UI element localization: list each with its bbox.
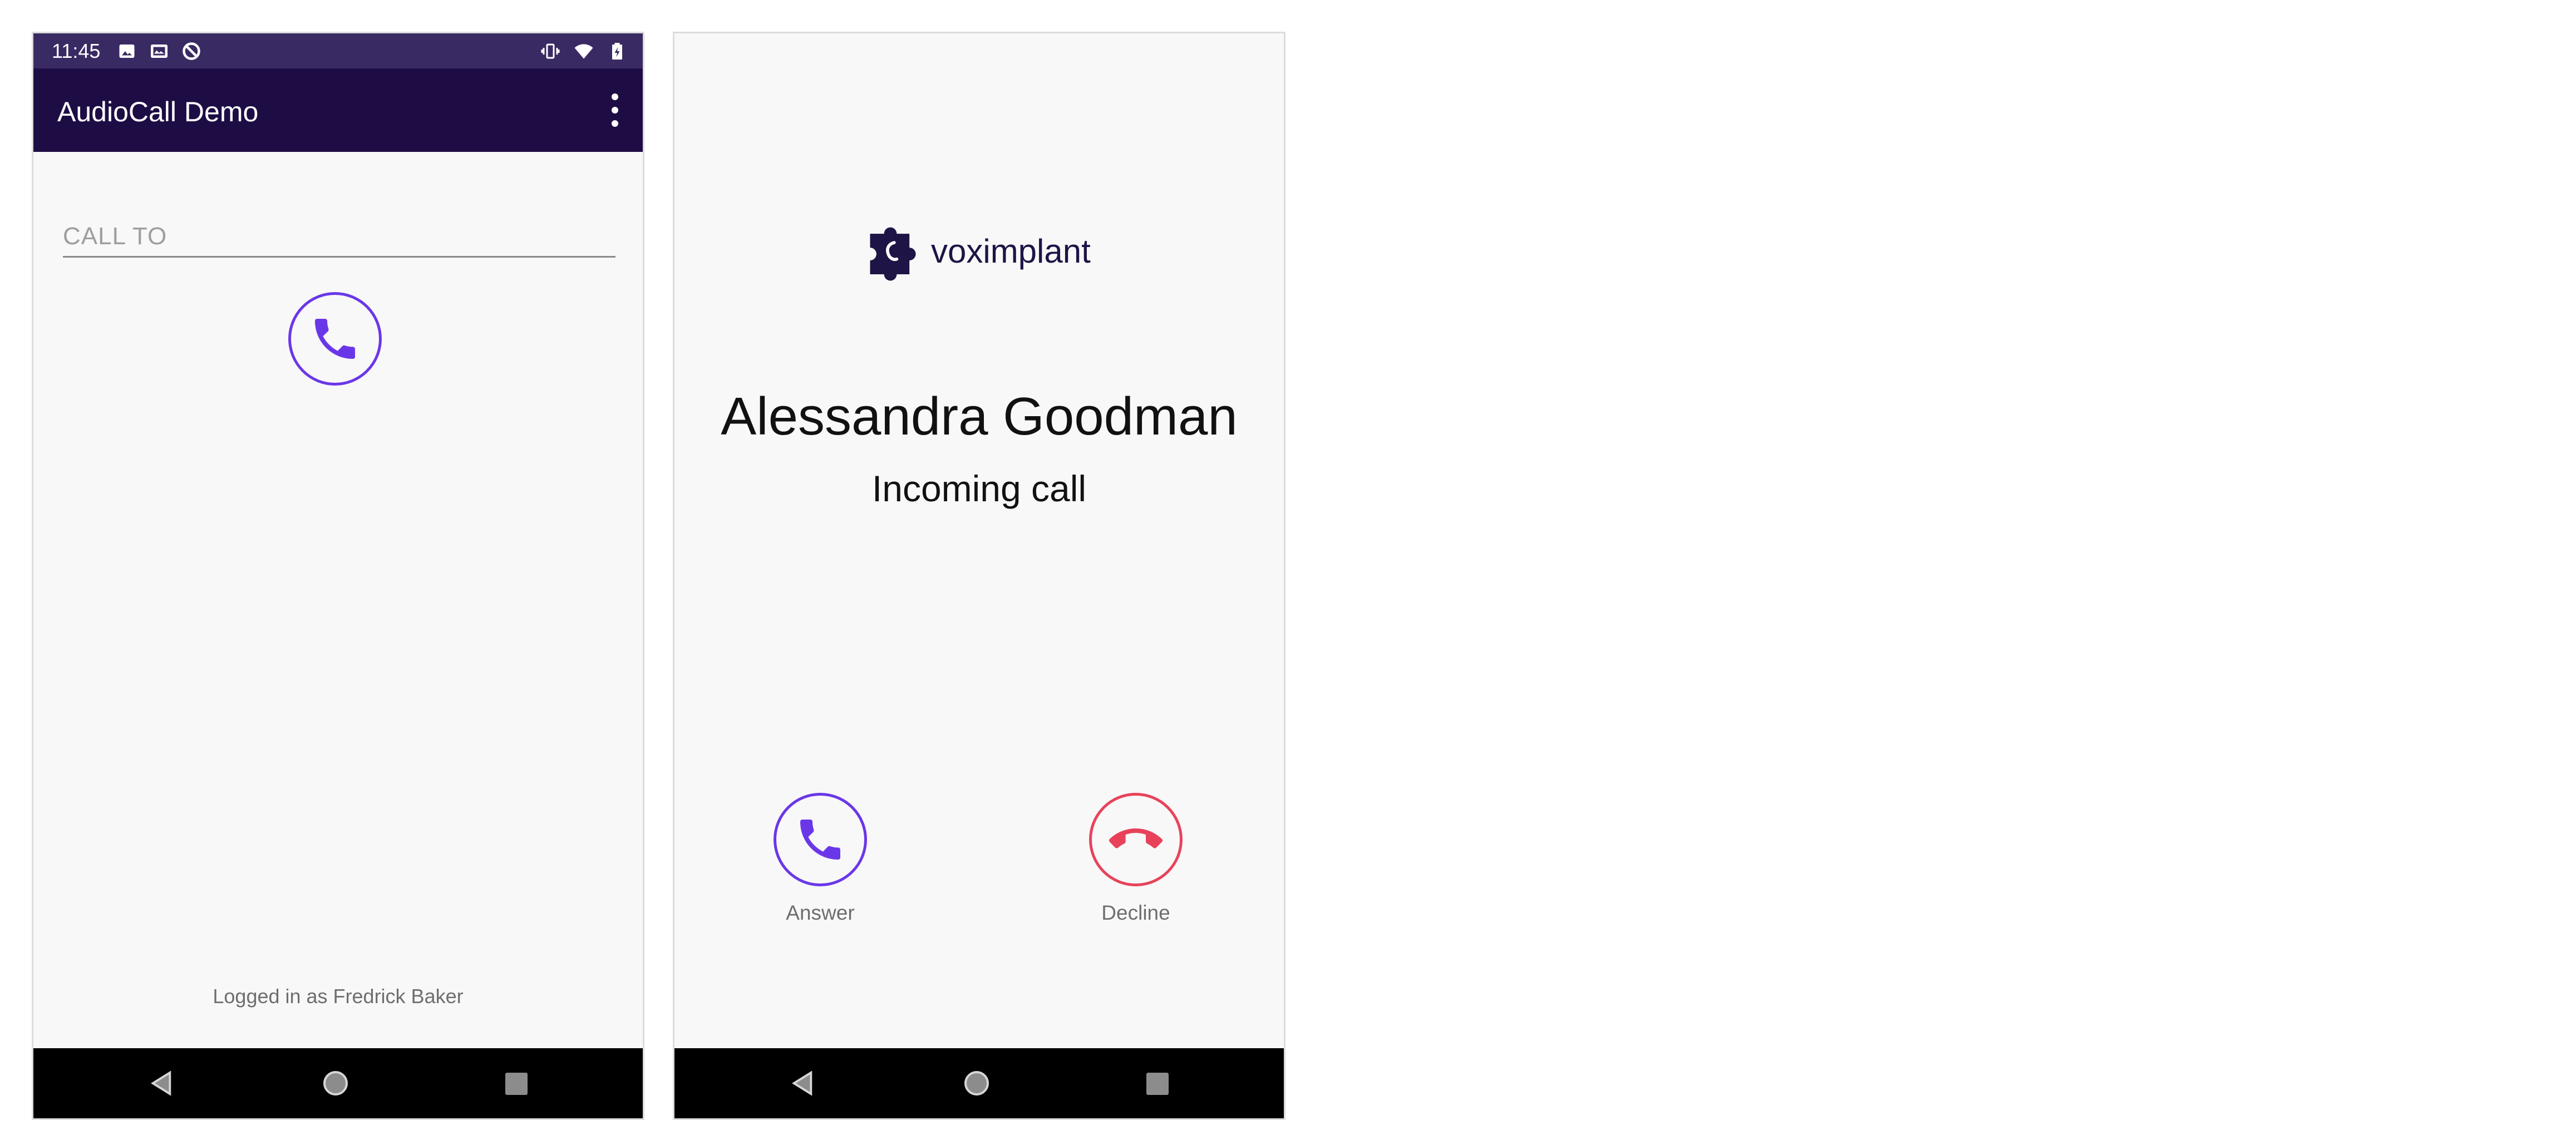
battery-icon: [612, 43, 622, 60]
audiocall-demo-screen: 11:45 AudioCall Demo Logged in as Fredri…: [32, 32, 644, 1120]
decline-button[interactable]: [1089, 793, 1183, 886]
app-toolbar: AudioCall Demo: [33, 68, 643, 152]
answer-button[interactable]: [774, 793, 867, 886]
logged-in-status: Logged in as Fredrick Baker: [213, 985, 464, 1008]
status-time: 11:45: [52, 40, 101, 62]
app-title: AudioCall Demo: [57, 96, 259, 127]
wifi-icon: [574, 44, 593, 59]
recents-icon[interactable]: [1146, 1073, 1169, 1095]
phone-icon: [800, 820, 840, 860]
voximplant-puzzle-icon: [870, 227, 916, 281]
home-icon[interactable]: [323, 1071, 348, 1095]
answer-label: Answer: [786, 901, 855, 924]
navigation-bar: [33, 1048, 643, 1118]
recents-icon[interactable]: [505, 1073, 528, 1095]
image-icon: [119, 45, 135, 58]
voximplant-logo: voximplant: [859, 220, 1091, 283]
decline-label: Decline: [1101, 901, 1170, 924]
vibrate-icon: [541, 43, 560, 59]
caller-name: Alessandra Goodman: [721, 387, 1238, 446]
more-vert-icon[interactable]: [609, 93, 620, 127]
phone-hangup-icon: [1109, 828, 1163, 848]
incoming-call-screen: voximplant Alessandra Goodman Incoming c…: [673, 32, 1285, 1120]
back-icon[interactable]: [791, 1070, 814, 1096]
logo-text: voximplant: [931, 233, 1091, 270]
gallery-icon: [151, 45, 168, 58]
phone-icon: [315, 319, 355, 359]
call-to-input[interactable]: [63, 217, 615, 258]
call-status: Incoming call: [871, 468, 1087, 509]
sync-disabled-icon: [183, 42, 200, 60]
back-icon[interactable]: [150, 1070, 173, 1096]
navigation-bar: [674, 1048, 1284, 1118]
home-icon[interactable]: [964, 1071, 989, 1095]
status-bar: 11:45: [33, 33, 643, 68]
call-button[interactable]: [288, 292, 382, 386]
